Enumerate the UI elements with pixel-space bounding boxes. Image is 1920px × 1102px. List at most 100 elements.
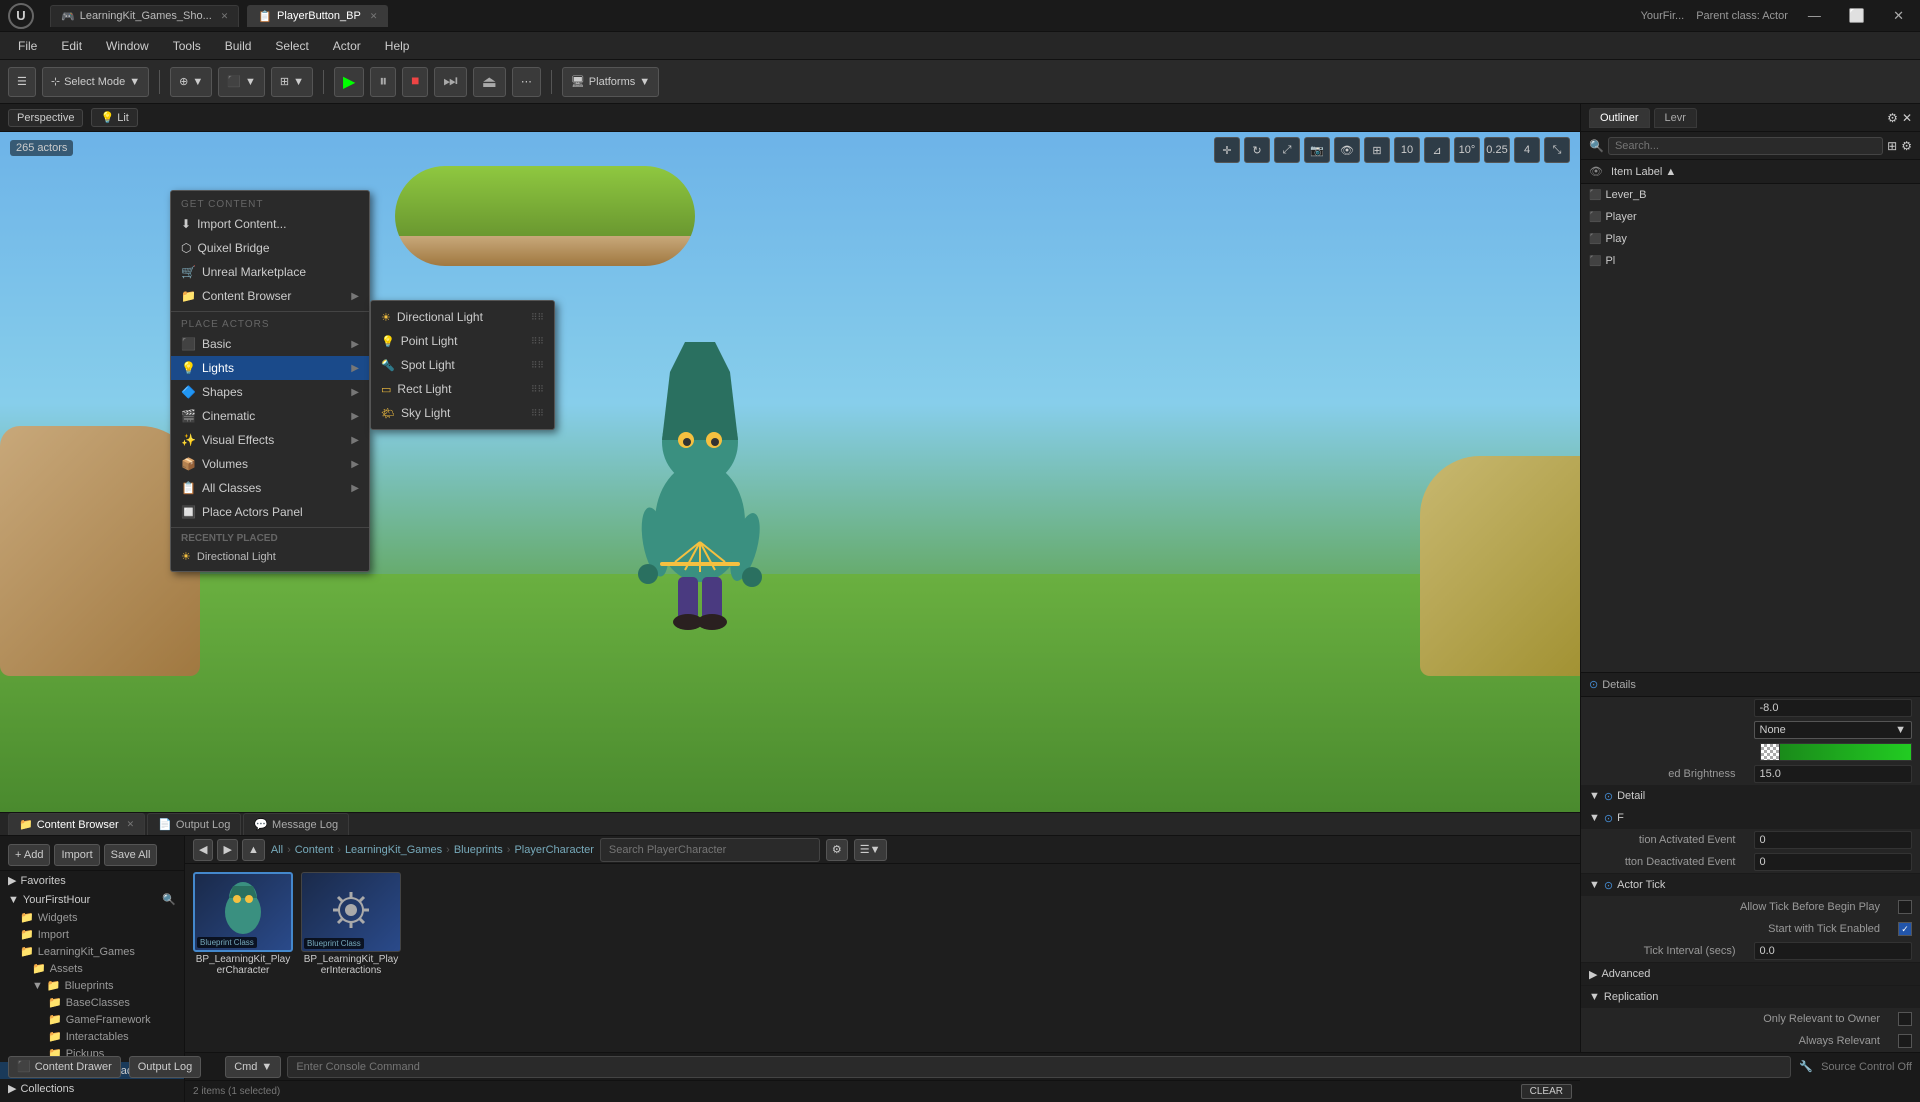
- always-relevant-check[interactable]: [1898, 1034, 1912, 1048]
- fov-btn[interactable]: 4: [1514, 137, 1540, 163]
- yfh-search[interactable]: 🔍: [162, 893, 176, 906]
- unreal-marketplace-item[interactable]: 🛒Unreal Marketplace: [171, 260, 369, 284]
- cb-up-btn[interactable]: ▲: [242, 839, 265, 861]
- breadcrumb-all[interactable]: All: [271, 844, 283, 856]
- tab-player-close[interactable]: ✕: [370, 11, 378, 22]
- spot-light-item[interactable]: 🔦Spot Light ⠿⠿: [371, 353, 554, 377]
- favorites-header[interactable]: ▶ Favorites: [0, 871, 184, 890]
- cb-tab-close[interactable]: ✕: [127, 819, 135, 830]
- pause-btn[interactable]: ⏸: [370, 67, 396, 97]
- cb-widgets[interactable]: 📁 Widgets: [0, 909, 184, 926]
- add-actor-btn[interactable]: ⊕ ▼: [170, 67, 212, 97]
- outliner-lever-b[interactable]: ⬛ Lever_B: [1581, 184, 1920, 206]
- place-actors-panel-item[interactable]: 🔲Place Actors Panel: [171, 500, 369, 524]
- sky-light-drag[interactable]: ⠿⠿: [531, 408, 544, 419]
- angle-size[interactable]: 10°: [1454, 137, 1480, 163]
- eye-icon[interactable]: 👁: [1589, 165, 1603, 178]
- outliner-grid-icon[interactable]: ⊞: [1887, 139, 1897, 153]
- breadcrumb-blueprints[interactable]: Blueprints: [454, 844, 503, 856]
- content-drawer-btn[interactable]: ⬛ Content Drawer: [8, 1056, 121, 1078]
- rotate-btn[interactable]: ↻: [1244, 137, 1270, 163]
- snap-btn[interactable]: ⊞ ▼: [271, 67, 313, 97]
- your-first-hour-header[interactable]: ▼ YourFirstHour 🔍: [0, 890, 184, 909]
- player-check[interactable]: [1900, 211, 1912, 223]
- outliner-tab[interactable]: Outliner: [1589, 108, 1650, 128]
- lever-check[interactable]: [1900, 189, 1912, 201]
- rect-light-item[interactable]: ▭Rect Light ⠿⠿: [371, 377, 554, 401]
- detail-header-detail[interactable]: ▼ ⊙ Detail: [1581, 785, 1920, 807]
- save-all-btn[interactable]: Save All: [104, 844, 158, 866]
- cb-baseclasses[interactable]: 📁 BaseClasses: [0, 994, 184, 1011]
- output-log-tab[interactable]: 📄 Output Log: [147, 813, 241, 835]
- play-check[interactable]: [1900, 233, 1912, 245]
- cinematic-item[interactable]: 🎬Cinematic ▶: [171, 404, 369, 428]
- angle-btn[interactable]: ⊿: [1424, 137, 1450, 163]
- color-picker[interactable]: [1760, 743, 1913, 761]
- menu-actor[interactable]: Actor: [323, 36, 371, 56]
- menu-help[interactable]: Help: [375, 36, 420, 56]
- grid-btn[interactable]: ⊞: [1364, 137, 1390, 163]
- cb-import[interactable]: 📁 Import: [0, 926, 184, 943]
- collections-header[interactable]: ▶ Collections: [0, 1079, 184, 1098]
- tick-interval-value[interactable]: 0.0: [1754, 942, 1913, 960]
- directional-light-item[interactable]: ☀Directional Light ⠿⠿: [371, 305, 554, 329]
- viewport[interactable]: 265 actors ✛ ↻ ⤢ 📷 👁 ⊞ 10 ⊿ 10° 0.25 4 ⤡…: [0, 132, 1580, 812]
- spot-light-drag[interactable]: ⠿⠿: [531, 360, 544, 371]
- translate-btn[interactable]: ✛: [1214, 137, 1240, 163]
- checker-swatch[interactable]: [1760, 743, 1780, 761]
- shapes-item[interactable]: 🔷Shapes ▶: [171, 380, 369, 404]
- cb-interactables[interactable]: 📁 Interactables: [0, 1028, 184, 1045]
- lit-btn[interactable]: 💡 Lit: [91, 108, 137, 127]
- activated-value[interactable]: 0: [1754, 831, 1913, 849]
- outliner-settings2-icon[interactable]: ⚙: [1901, 139, 1912, 153]
- cmd-dropdown[interactable]: Cmd ▼: [225, 1056, 281, 1078]
- basic-item[interactable]: ⬛Basic ▶: [171, 332, 369, 356]
- cb-gameframework[interactable]: 📁 GameFramework: [0, 1011, 184, 1028]
- import-content-item[interactable]: ⬇Import Content...: [171, 212, 369, 236]
- start-tick-check[interactable]: [1898, 922, 1912, 936]
- skip-btn[interactable]: ⏭: [434, 67, 466, 97]
- volumes-item[interactable]: 📦Volumes ▶: [171, 452, 369, 476]
- only-relevant-check[interactable]: [1898, 1012, 1912, 1026]
- outliner-pl[interactable]: ⬛ Pl: [1581, 250, 1920, 272]
- asset-player-interactions[interactable]: Blueprint Class BP_LearningKit_PlayerInt…: [301, 872, 401, 976]
- console-input[interactable]: [287, 1056, 1791, 1078]
- clear-button[interactable]: CLEAR: [1521, 1084, 1572, 1099]
- sky-light-item[interactable]: 🌤Sky Light ⠿⠿: [371, 401, 554, 425]
- rect-light-drag[interactable]: ⠿⠿: [531, 384, 544, 395]
- tick-header[interactable]: ▼ ⊙ Actor Tick: [1581, 874, 1920, 896]
- allow-tick-check[interactable]: [1898, 900, 1912, 914]
- expand-btn[interactable]: ⤡: [1544, 137, 1570, 163]
- view-mode-btn[interactable]: 👁: [1334, 137, 1360, 163]
- cb-filter-btn[interactable]: ⚙: [826, 839, 848, 861]
- place-actors-btn[interactable]: ⬛ ▼: [218, 67, 265, 97]
- green-swatch[interactable]: [1780, 743, 1913, 761]
- close-button[interactable]: ✕: [1885, 6, 1912, 26]
- point-light-drag[interactable]: ⠿⠿: [531, 336, 544, 347]
- sort-label[interactable]: Item Label ▲: [1611, 166, 1676, 178]
- import-btn[interactable]: Import: [54, 844, 99, 866]
- grid-size[interactable]: 10: [1394, 137, 1420, 163]
- outliner-player[interactable]: ⬛ Player: [1581, 206, 1920, 228]
- maximize-button[interactable]: ⬜: [1841, 6, 1873, 26]
- cb-learningkit[interactable]: 📁 LearningKit_Games: [0, 943, 184, 960]
- content-browser-tab[interactable]: 📁 Content Browser ✕: [8, 813, 145, 835]
- lights-item[interactable]: 💡Lights ▶: [171, 356, 369, 380]
- advanced-header[interactable]: ▶ Advanced: [1581, 963, 1920, 985]
- stop-btn[interactable]: ⏹: [402, 67, 428, 97]
- perspective-btn[interactable]: Perspective: [8, 109, 83, 127]
- cb-assets[interactable]: 📁 Assets: [0, 960, 184, 977]
- tab-games-close[interactable]: ✕: [221, 11, 229, 22]
- cb-search-input[interactable]: [600, 838, 820, 862]
- outliner-search-input[interactable]: [1608, 137, 1883, 155]
- breadcrumb-playerchar[interactable]: PlayerCharacter: [514, 844, 593, 856]
- hamburger-btn[interactable]: ☰: [8, 67, 36, 97]
- play-btn[interactable]: ▶: [334, 67, 364, 97]
- outliner-close-icon[interactable]: ✕: [1902, 111, 1912, 125]
- add-btn[interactable]: + Add: [8, 844, 50, 866]
- cam-speed[interactable]: 0.25: [1484, 137, 1510, 163]
- point-light-item[interactable]: 💡Point Light ⠿⠿: [371, 329, 554, 353]
- recent-directional-light[interactable]: ☀ Directional Light: [171, 546, 369, 567]
- outliner-play[interactable]: ⬛ Play: [1581, 228, 1920, 250]
- none-dropdown[interactable]: None ▼: [1754, 721, 1913, 739]
